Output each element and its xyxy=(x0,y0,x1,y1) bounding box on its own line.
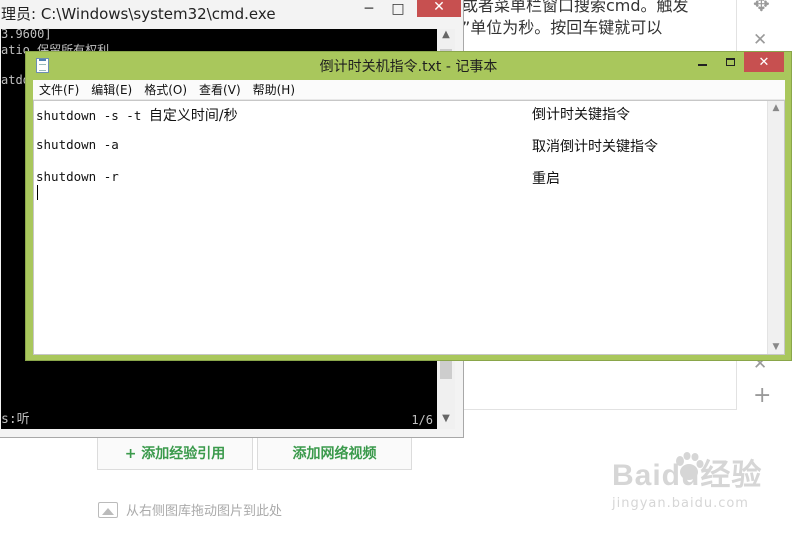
add-icon[interactable]: + xyxy=(753,385,771,407)
console-page-indicator: 1/6 xyxy=(411,413,433,427)
image-icon xyxy=(98,501,118,518)
text-line: shutdown -s -t 自定义时间/秒 xyxy=(36,105,238,125)
menu-file[interactable]: 文件(F) xyxy=(33,80,85,100)
scroll-down-arrow-icon[interactable]: ▼ xyxy=(437,413,455,429)
command-comment: 重启 xyxy=(532,171,560,187)
menu-format[interactable]: 格式(O) xyxy=(138,80,193,100)
command-text: shutdown -s -t xyxy=(36,108,149,123)
text-content-area[interactable]: shutdown -s -t 自定义时间/秒 倒计时关键指令 shutdown … xyxy=(34,101,767,354)
notepad-menubar: 文件(F) 编辑(E) 格式(O) 查看(V) 帮助(H) xyxy=(33,80,785,100)
move-icon[interactable]: ✥ xyxy=(753,0,770,14)
scroll-down-arrow-icon[interactable]: ▼ xyxy=(768,342,784,352)
minimize-button[interactable] xyxy=(689,52,715,72)
maximize-button[interactable] xyxy=(717,52,743,72)
command-comment: 取消倒计时关键指令 xyxy=(532,139,658,155)
notepad-editor[interactable]: shutdown -s -t 自定义时间/秒 倒计时关键指令 shutdown … xyxy=(33,100,785,355)
cmd-window-title: 理员: C:\Windows\system32\cmd.exe xyxy=(1,5,276,23)
baidu-jingyan-watermark: Baidu经验 jingyan.baidu.com xyxy=(612,450,787,511)
command-comment: 倒计时关键指令 xyxy=(532,107,630,123)
editor-vertical-scrollbar[interactable]: ▲ ▼ xyxy=(767,101,784,354)
close-icon[interactable]: ✕ xyxy=(753,30,767,50)
text-line: shutdown -r xyxy=(36,169,119,184)
scroll-up-arrow-icon[interactable]: ▲ xyxy=(768,103,784,113)
add-experience-reference-button[interactable]: + 添加经验引用 xyxy=(97,435,253,470)
notepad-titlebar[interactable]: 倒计时关机指令.txt - 记事本 ✕ xyxy=(26,52,791,80)
menu-edit[interactable]: 编辑(E) xyxy=(85,80,138,100)
scroll-up-arrow-icon[interactable]: ▲ xyxy=(437,29,455,45)
watermark-url: jingyan.baidu.com xyxy=(612,496,749,511)
text-caret xyxy=(37,185,38,200)
text-line: shutdown -a xyxy=(36,137,119,152)
maximize-icon xyxy=(725,58,735,66)
console-status-text: s:听 xyxy=(1,412,30,427)
cmd-titlebar[interactable]: 理员: C:\Windows\system32\cmd.exe ─ □ ✕ xyxy=(0,0,463,29)
notepad-window-title: 倒计时关机指令.txt - 记事本 xyxy=(319,59,498,75)
console-line: 3.9600] xyxy=(1,27,52,41)
notepad-window[interactable]: 倒计时关机指令.txt - 记事本 ✕ 文件(F) 编辑(E) 格式(O) 查看… xyxy=(25,51,792,361)
close-button[interactable]: ✕ xyxy=(417,0,461,17)
command-parameter-text: 自定义时间/秒 xyxy=(148,108,238,124)
close-button[interactable]: ✕ xyxy=(744,52,784,72)
minimize-button[interactable]: ─ xyxy=(357,0,381,19)
watermark-logo-text: Baidu经验 xyxy=(612,459,763,492)
minimize-icon xyxy=(697,64,707,66)
drag-image-hint: 从右侧图库拖动图片到此处 xyxy=(98,500,282,519)
maximize-button[interactable]: □ xyxy=(386,0,410,19)
menu-help[interactable]: 帮助(H) xyxy=(247,80,301,100)
menu-view[interactable]: 查看(V) xyxy=(193,80,247,100)
drag-hint-text: 从右侧图库拖动图片到此处 xyxy=(126,504,283,519)
add-web-video-button[interactable]: 添加网络视频 xyxy=(257,435,412,470)
article-text-line: ”单位为秒。按回车键就可以 xyxy=(462,18,663,37)
